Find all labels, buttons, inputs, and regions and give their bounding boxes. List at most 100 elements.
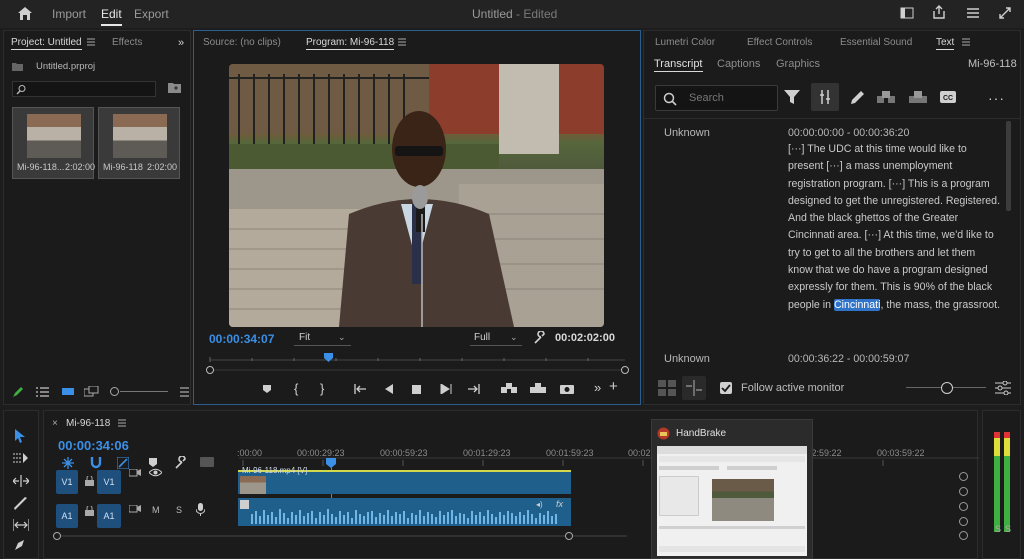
segment-view-button[interactable] — [682, 376, 706, 400]
speaker-label[interactable]: Unknown — [664, 127, 710, 139]
clip-thumbnail-2[interactable]: Mi-96-118 2:02:00 — [98, 107, 180, 179]
ripple-edit-tool-icon[interactable] — [13, 475, 29, 487]
linked-selection-icon[interactable] — [117, 457, 129, 469]
pencil-icon[interactable] — [850, 90, 865, 105]
settings-sliders-icon[interactable] — [995, 381, 1011, 395]
wrench-icon[interactable] — [533, 331, 546, 344]
button-editor-icon[interactable]: + — [609, 378, 618, 395]
mark-out-icon[interactable]: } — [320, 381, 324, 396]
video-clip[interactable]: Mi-96-118.mp4 [V] — [238, 466, 571, 494]
new-bin-icon[interactable] — [168, 82, 181, 93]
lock-icon[interactable] — [85, 476, 94, 486]
solo-right-button[interactable]: S — [1005, 524, 1011, 534]
source-patch-v1[interactable]: V1 — [56, 470, 78, 494]
track-target-v1[interactable]: V1 — [97, 470, 121, 494]
fullscreen-icon[interactable] — [998, 6, 1012, 20]
add-marker-icon[interactable] — [262, 384, 272, 394]
eye-icon[interactable] — [149, 468, 162, 477]
source-patch-a1[interactable]: A1 — [56, 504, 78, 528]
track-target-a1[interactable]: A1 — [97, 504, 121, 528]
menu-export[interactable]: Export — [134, 7, 169, 21]
tab-effect-controls[interactable]: Effect Controls — [747, 37, 812, 48]
monitor-current-timecode[interactable]: 00:00:34:07 — [209, 332, 274, 346]
menu-import[interactable]: Import — [52, 7, 86, 21]
mark-in-icon[interactable]: { — [294, 381, 298, 396]
tab-transcript[interactable]: Transcript — [654, 58, 703, 72]
resolution-select[interactable]: Full ⌄ — [470, 331, 522, 346]
icon-view-icon[interactable] — [62, 387, 74, 397]
handbrake-taskbar-preview[interactable]: HandBrake — [651, 419, 813, 559]
step-forward-icon[interactable] — [440, 384, 452, 394]
filter-icon[interactable] — [784, 89, 800, 105]
tab-essential-sound[interactable]: Essential Sound — [840, 37, 912, 48]
workspaces-icon[interactable] — [966, 7, 980, 19]
mute-button[interactable]: M — [152, 505, 160, 515]
menu-edit[interactable]: Edit — [101, 7, 122, 26]
sync-lock-icon[interactable] — [129, 469, 141, 478]
time-ruler[interactable] — [239, 438, 979, 468]
solo-button[interactable]: S — [176, 505, 182, 515]
overwrite-transcript-icon[interactable] — [909, 91, 927, 103]
transcript-view-icon[interactable] — [658, 380, 676, 396]
tab-lumetri-color[interactable]: Lumetri Color — [655, 37, 715, 48]
panel-menu-icon[interactable] — [87, 38, 95, 46]
stop-icon[interactable] — [412, 385, 421, 394]
overflow-tabs-icon[interactable]: » — [178, 37, 184, 49]
zoom-select[interactable]: Fit ⌄ — [294, 331, 351, 346]
razor-tool-icon[interactable] — [14, 497, 28, 511]
go-to-out-icon[interactable] — [467, 384, 480, 394]
slip-tool-icon[interactable] — [13, 519, 29, 531]
follow-active-monitor-checkbox[interactable] — [720, 382, 732, 394]
lock-icon[interactable] — [85, 506, 94, 516]
panel-menu-icon[interactable] — [962, 38, 970, 46]
insert-sequence-icon[interactable] — [62, 457, 74, 469]
track-select-tool-icon[interactable] — [13, 452, 29, 464]
insert-icon[interactable] — [501, 383, 517, 394]
speaker-label[interactable]: Unknown — [664, 353, 710, 365]
go-to-in-icon[interactable] — [354, 384, 367, 394]
share-icon[interactable] — [932, 5, 946, 19]
step-back-icon[interactable] — [382, 384, 394, 394]
tab-sequence[interactable]: Mi-96-118 — [66, 418, 110, 429]
close-icon[interactable]: × — [52, 418, 58, 429]
split-segment-button[interactable] — [811, 83, 839, 111]
monitor-scrub-bar[interactable] — [205, 353, 630, 375]
clip-thumbnail-1[interactable]: Mi-96-118... 2:02:00 — [12, 107, 95, 179]
create-captions-icon[interactable]: CC — [940, 91, 956, 103]
tab-program-monitor[interactable]: Program: Mi-96-118 — [306, 37, 395, 50]
sync-lock-icon[interactable] — [129, 505, 141, 514]
program-video-frame[interactable] — [229, 64, 604, 327]
more-options-icon[interactable]: ··· — [988, 90, 1005, 106]
snap-icon[interactable] — [90, 457, 102, 469]
scrollbar[interactable] — [1006, 121, 1011, 211]
panel-layout-icon[interactable] — [900, 7, 914, 19]
solo-left-button[interactable]: S — [995, 524, 1001, 534]
more-controls-icon[interactable]: » — [594, 380, 601, 395]
timeline-current-timecode[interactable]: 00:00:34:06 — [58, 438, 129, 453]
pen-tool-icon[interactable] — [14, 539, 28, 551]
tab-project[interactable]: Project: Untitled — [11, 37, 82, 50]
overwrite-icon[interactable] — [530, 383, 546, 394]
transcript-search-input[interactable]: Search — [655, 85, 778, 111]
timeline-horizontal-scrollbar[interactable] — [52, 531, 632, 541]
home-icon[interactable] — [17, 6, 33, 21]
audio-clip[interactable]: ◂) fx — [238, 498, 571, 526]
slider-handle[interactable] — [941, 382, 953, 394]
transcript-segment[interactable]: [···] The UDC at this time would like to… — [788, 141, 1001, 314]
tab-captions[interactable]: Captions — [717, 58, 760, 70]
timeline-settings-icon[interactable] — [174, 456, 187, 469]
text-size-slider[interactable] — [906, 381, 986, 395]
insert-transcript-icon[interactable] — [877, 91, 895, 103]
track-height-controls[interactable] — [957, 472, 971, 542]
panel-menu-icon[interactable] — [398, 38, 406, 46]
tab-graphics[interactable]: Graphics — [776, 58, 820, 70]
freeform-view-icon[interactable] — [84, 386, 99, 397]
panel-menu-icon[interactable] — [180, 387, 189, 397]
pen-icon[interactable] — [12, 386, 24, 398]
tab-source-monitor[interactable]: Source: (no clips) — [203, 37, 281, 48]
captions-track-icon[interactable] — [200, 457, 214, 467]
selection-tool-icon[interactable] — [14, 428, 26, 443]
tab-effects[interactable]: Effects — [112, 37, 142, 48]
microphone-icon[interactable] — [196, 503, 205, 516]
project-search-input[interactable] — [12, 81, 156, 97]
